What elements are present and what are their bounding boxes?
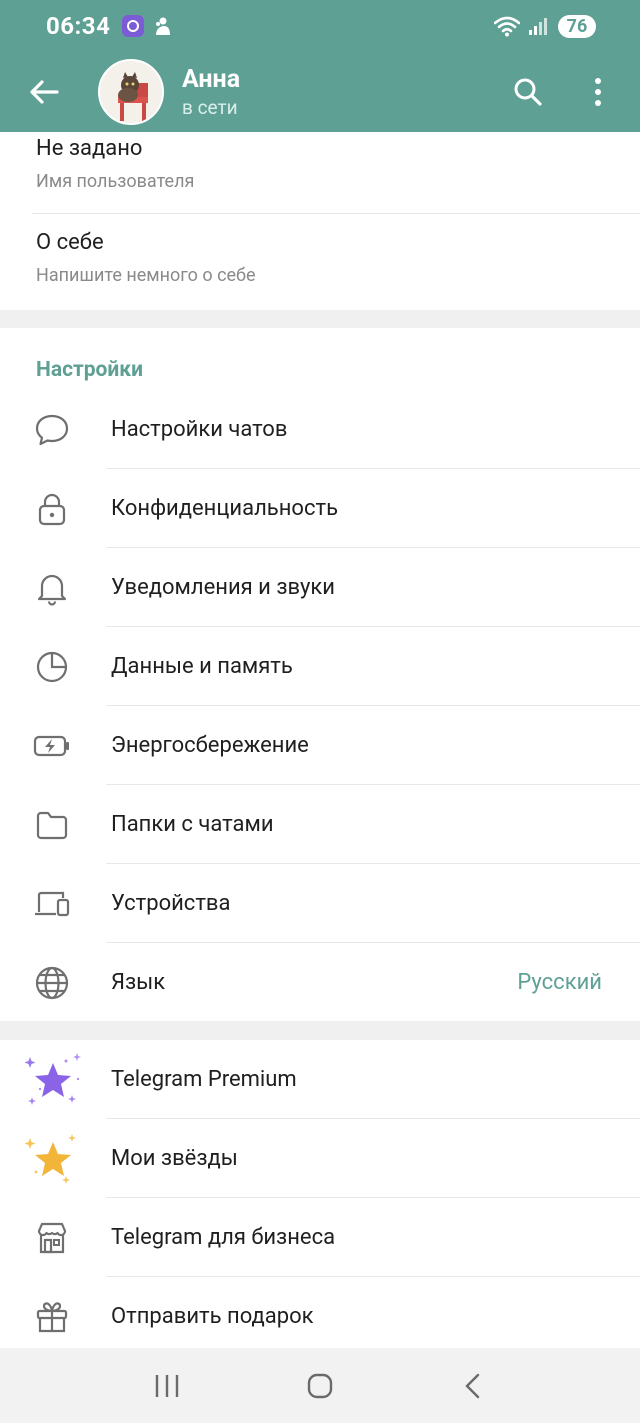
extras-item-label: Отправить подарок: [111, 1304, 314, 1329]
signal-icon: [529, 18, 547, 35]
folder-icon: [28, 801, 76, 849]
settings-item-chats[interactable]: Настройки чатов: [0, 390, 640, 469]
status-indicators: 76: [494, 14, 596, 38]
more-vertical-icon: [595, 78, 601, 106]
arrow-left-icon: [30, 80, 59, 104]
header-actions: [508, 72, 618, 112]
username-value: Не задано: [36, 136, 143, 161]
username-label: Имя пользователя: [36, 171, 195, 192]
recent-apps-button[interactable]: [137, 1356, 197, 1416]
extras-item-label: Telegram Premium: [111, 1067, 297, 1092]
status-time: 06:34: [46, 12, 111, 40]
search-icon: [514, 78, 542, 106]
contact-name: Анна: [182, 65, 241, 94]
settings-item-notifications[interactable]: Уведомления и звуки: [0, 548, 640, 627]
profile-info: Не задано Имя пользователя О себе Напиши…: [0, 132, 640, 312]
settings-item-label: Уведомления и звуки: [111, 575, 335, 600]
home-button[interactable]: [290, 1356, 350, 1416]
battery-bolt-icon: [28, 722, 76, 770]
settings-section: Настройки Настройки чатов Конфиденциальн…: [0, 328, 640, 1021]
nav-back-button[interactable]: [443, 1356, 503, 1416]
bio-row[interactable]: О себе Напишите немного о себе: [36, 230, 640, 286]
lock-icon: [28, 485, 76, 533]
status-bar: 06:34 76: [0, 0, 640, 52]
settings-item-label: Папки с чатами: [111, 812, 274, 837]
settings-item-privacy[interactable]: Конфиденциальность: [0, 469, 640, 548]
extras-item-business[interactable]: Telegram для бизнеса: [0, 1198, 640, 1277]
avatar[interactable]: [98, 59, 164, 125]
bell-icon: [28, 564, 76, 612]
username-row[interactable]: Не задано Имя пользователя: [36, 136, 640, 192]
settings-item-folders[interactable]: Папки с чатами: [0, 785, 640, 864]
chat-bubble-icon: [28, 406, 76, 454]
app-notification-icon: [122, 15, 145, 37]
settings-item-data[interactable]: Данные и память: [0, 627, 640, 706]
settings-item-label: Данные и память: [111, 654, 293, 679]
gift-icon: [28, 1293, 76, 1341]
globe-icon: [28, 959, 76, 1007]
wifi-icon: [494, 16, 520, 37]
settings-item-label: Устройства: [111, 891, 231, 916]
contact-status: в сети: [182, 96, 238, 119]
settings-item-language[interactable]: Язык Русский: [0, 943, 640, 1022]
extras-item-label: Мои звёзды: [111, 1146, 238, 1171]
section-gap: [0, 1021, 640, 1040]
chevron-left-icon: [465, 1373, 480, 1398]
gold-star-icon: [22, 1128, 84, 1190]
recent-apps-icon: [155, 1374, 178, 1397]
language-value: Русский: [517, 970, 602, 995]
settings-item-power-saving[interactable]: Энергосбережение: [0, 706, 640, 785]
chat-header: Анна в сети: [0, 52, 640, 132]
more-options-button[interactable]: [578, 72, 618, 112]
extras-item-label: Telegram для бизнеса: [111, 1225, 336, 1250]
notification-icon: [156, 17, 171, 35]
search-button[interactable]: [508, 72, 548, 112]
bio-label: Напишите немного о себе: [36, 265, 256, 286]
devices-icon: [28, 880, 76, 928]
bio-value: О себе: [36, 230, 104, 255]
settings-item-label: Энергосбережение: [111, 733, 309, 758]
extras-item-stars[interactable]: Мои звёзды: [0, 1119, 640, 1198]
back-button[interactable]: [24, 72, 64, 112]
extras-item-gift[interactable]: Отправить подарок: [0, 1277, 640, 1356]
settings-item-label: Язык: [111, 970, 166, 995]
header-titles: Анна в сети: [182, 65, 240, 119]
divider: [32, 213, 640, 214]
system-nav-bar: [0, 1348, 640, 1423]
settings-item-label: Конфиденциальность: [111, 496, 339, 521]
extras-item-premium[interactable]: Telegram Premium: [0, 1040, 640, 1119]
settings-item-devices[interactable]: Устройства: [0, 864, 640, 943]
pie-chart-icon: [28, 643, 76, 691]
premium-star-icon: [22, 1049, 84, 1111]
section-title: Настройки: [36, 358, 143, 382]
battery-indicator: 76: [558, 14, 596, 38]
settings-item-label: Настройки чатов: [111, 417, 288, 442]
extras-section: Telegram Premium Мои звёзды Telegram для…: [0, 1040, 640, 1348]
home-icon: [307, 1373, 333, 1398]
section-gap: [0, 310, 640, 328]
shop-icon: [28, 1214, 76, 1262]
avatar-image: [100, 61, 162, 123]
